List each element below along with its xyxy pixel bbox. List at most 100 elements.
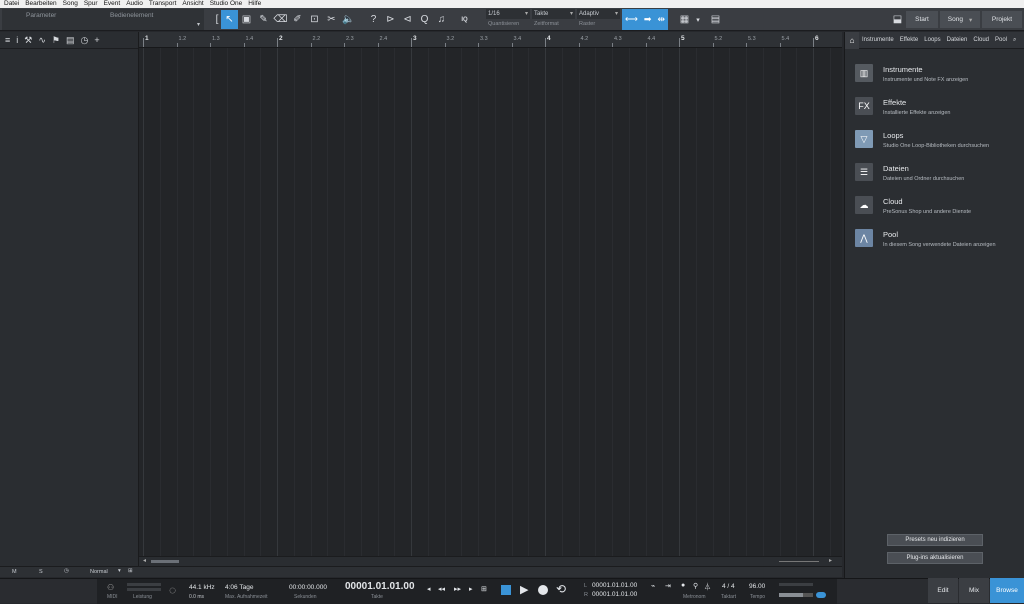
punch-icon[interactable]: ⌁ [651, 582, 655, 590]
metronome-tool-icon[interactable]: ♫ [433, 10, 450, 29]
record-button[interactable] [538, 585, 548, 595]
snap-mode-group[interactable]: ⟷ ➡ ⇹ [622, 9, 668, 30]
browser-item[interactable]: ☁ Cloud PreSonus Shop und andere Dienste [855, 196, 971, 215]
update-plugins-button[interactable]: Plug-ins aktualisieren [887, 552, 983, 564]
add-track-icon[interactable]: + [94, 35, 99, 45]
grid-view-icon[interactable]: ▦ [676, 10, 693, 29]
browser-tab[interactable]: Loops [921, 37, 943, 43]
menu-item[interactable]: Ansicht [182, 0, 203, 8]
metronome-settings-icon[interactable]: ⚲ [693, 582, 698, 590]
bars-display[interactable]: 00001.01.01.00 [345, 581, 415, 592]
loop-button[interactable]: ⟲ [556, 582, 566, 596]
snap-cursor-icon[interactable]: ⊲ [399, 10, 416, 29]
browser-item[interactable]: FX Effekte Installierte Effekte anzeigen [855, 97, 950, 116]
range-tool-icon[interactable]: ▣ [238, 10, 255, 29]
quantize-dropdown[interactable]: 1/16 Quantisieren [486, 9, 530, 30]
menu-item[interactable]: Transport [149, 0, 177, 8]
snap-dropdown[interactable]: Adaptiv Raster [577, 9, 620, 30]
menu-item[interactable]: Datei [4, 0, 19, 8]
wrench-icon[interactable]: ⚒ [24, 35, 32, 46]
iq-icon[interactable]: IQ [456, 10, 473, 29]
browser-item[interactable]: ☰ Dateien Dateien und Ordner durchsuchen [855, 163, 964, 182]
arrange-view[interactable]: 1 1.2 1.3 1.4 2 2.2 2.3 2.4 3 3.2 3.3 3.4 4 4.2 4.3 4.4… [139, 32, 842, 566]
listen-tool-icon[interactable]: 🔈 [340, 10, 357, 29]
stop-button[interactable] [501, 585, 511, 595]
bend-tool-icon[interactable]: ⊡ [306, 10, 323, 29]
folder-track-icon[interactable]: ▤ [66, 35, 75, 46]
menu-item[interactable]: Spur [84, 0, 98, 8]
snap-start-icon[interactable]: ⊳ [382, 10, 399, 29]
return-zero-icon[interactable]: ◂ [427, 585, 431, 593]
skip-marker-icon[interactable]: ⊞ [481, 585, 487, 593]
search-icon[interactable]: ⌕ [1010, 37, 1019, 44]
pencil-tool-icon[interactable]: ✎ [255, 10, 272, 29]
automation-icon[interactable]: ∿ [38, 35, 46, 46]
clock-icon[interactable]: ◷ [80, 35, 88, 46]
scroll-thumb[interactable] [151, 560, 179, 563]
info-icon[interactable]: i [16, 35, 18, 45]
browser-tab[interactable]: Cloud [970, 37, 992, 43]
fast-forward-icon[interactable]: ▸▸ [454, 585, 461, 593]
play-button[interactable]: ▶ [520, 583, 528, 596]
precount-icon[interactable]: ⇥ [665, 582, 671, 590]
menu-item[interactable]: Event [104, 0, 121, 8]
menu-icon[interactable]: ≡ [5, 35, 10, 45]
menu-item[interactable]: Studio One [210, 0, 243, 8]
metronome-icon[interactable]: ⏃ [704, 582, 711, 592]
split-tool-icon[interactable]: ✂ [323, 10, 340, 29]
start-tab[interactable]: Start [906, 11, 938, 28]
click-icon[interactable]: ● [681, 582, 685, 589]
time-signature[interactable]: 4 / 4 [722, 583, 735, 590]
menu-item[interactable]: Song [63, 0, 78, 8]
song-tab[interactable]: Song ▾ [940, 11, 980, 28]
snap-grid-icon[interactable]: ⟷ [625, 14, 638, 25]
home-icon[interactable]: ⌂ [845, 31, 859, 49]
grid-small-icon[interactable]: ⊞ [128, 568, 133, 574]
flag-icon[interactable]: ⚑ [52, 35, 60, 46]
eraser-tool-icon[interactable]: ⌫ [272, 10, 289, 29]
browser-item[interactable]: ▥ Instrumente Instrumente und Note FX anze… [855, 64, 968, 83]
chevron-down-icon[interactable]: ▾ [118, 568, 121, 574]
video-icon[interactable]: ▤ [707, 10, 724, 29]
paint-tool-icon[interactable]: ✐ [289, 10, 306, 29]
browse-tab[interactable]: Browse [990, 578, 1024, 603]
monitor-icon[interactable]: ◷ [64, 568, 69, 574]
help-icon[interactable]: ? [365, 10, 382, 29]
monitor-toggle[interactable] [816, 592, 826, 598]
arrow-tool-icon[interactable]: ↖ [221, 10, 238, 29]
seconds-display[interactable]: 00:00:00.000 [289, 584, 327, 591]
menu-item[interactable]: Bearbeiten [25, 0, 56, 8]
control-dropdown[interactable]: Bedienelement ▾ [86, 9, 204, 30]
browser-item[interactable]: ⋀ Pool In diesem Song verwendete Dateien a… [855, 229, 996, 248]
timeline-ruler[interactable]: 1 1.2 1.3 1.4 2 2.2 2.3 2.4 3 3.2 3.3 3.4 4 4.2 4.3 4.4… [139, 32, 842, 48]
scroll-left-icon[interactable]: ◂ [143, 557, 146, 564]
horizontal-scrollbar[interactable]: ◂ ▸ [139, 556, 842, 566]
rescan-presets-button[interactable]: Presets neu indizieren [887, 534, 983, 546]
menu-item[interactable]: Audio [126, 0, 143, 8]
timeformat-dropdown[interactable]: Takte Zeitformat [532, 9, 575, 30]
browser-tab[interactable]: Pool [992, 37, 1010, 43]
browser-tab[interactable]: Dateien [944, 37, 971, 43]
skip-end-icon[interactable]: ▸ [469, 585, 473, 593]
mix-tab[interactable]: Mix [959, 578, 989, 603]
browser-tab[interactable]: Effekte [897, 37, 922, 43]
scroll-right-icon[interactable]: ▸ [829, 557, 832, 564]
mute-button[interactable]: M [12, 569, 17, 575]
quantize-q-icon[interactable]: Q [416, 10, 433, 29]
tempo-value[interactable]: 96.00 [749, 583, 765, 590]
rewind-icon[interactable]: ◂◂ [438, 585, 445, 593]
browser-item[interactable]: ▽ Loops Studio One Loop-Bibliotheken durch… [855, 130, 989, 149]
menu-item[interactable]: Hilfe [248, 0, 261, 8]
upload-icon[interactable]: ⬓ [889, 10, 906, 29]
solo-button[interactable]: S [39, 569, 43, 575]
project-tab[interactable]: Projekt [982, 11, 1022, 28]
chevron-down-icon[interactable]: ▾ [693, 10, 703, 29]
browser-tab[interactable]: Instrumente [859, 37, 897, 43]
zoom-slider[interactable] [779, 561, 819, 562]
loop-left-display[interactable]: 00001.01.01.00 [592, 582, 637, 589]
timebase-mode[interactable]: Normal [90, 569, 108, 575]
snap-cursor-follow-icon[interactable]: ⇹ [657, 14, 665, 25]
master-volume-slider[interactable] [779, 593, 813, 597]
loop-right-display[interactable]: 00001.01.01.00 [592, 591, 637, 598]
edit-tab[interactable]: Edit [928, 578, 958, 603]
